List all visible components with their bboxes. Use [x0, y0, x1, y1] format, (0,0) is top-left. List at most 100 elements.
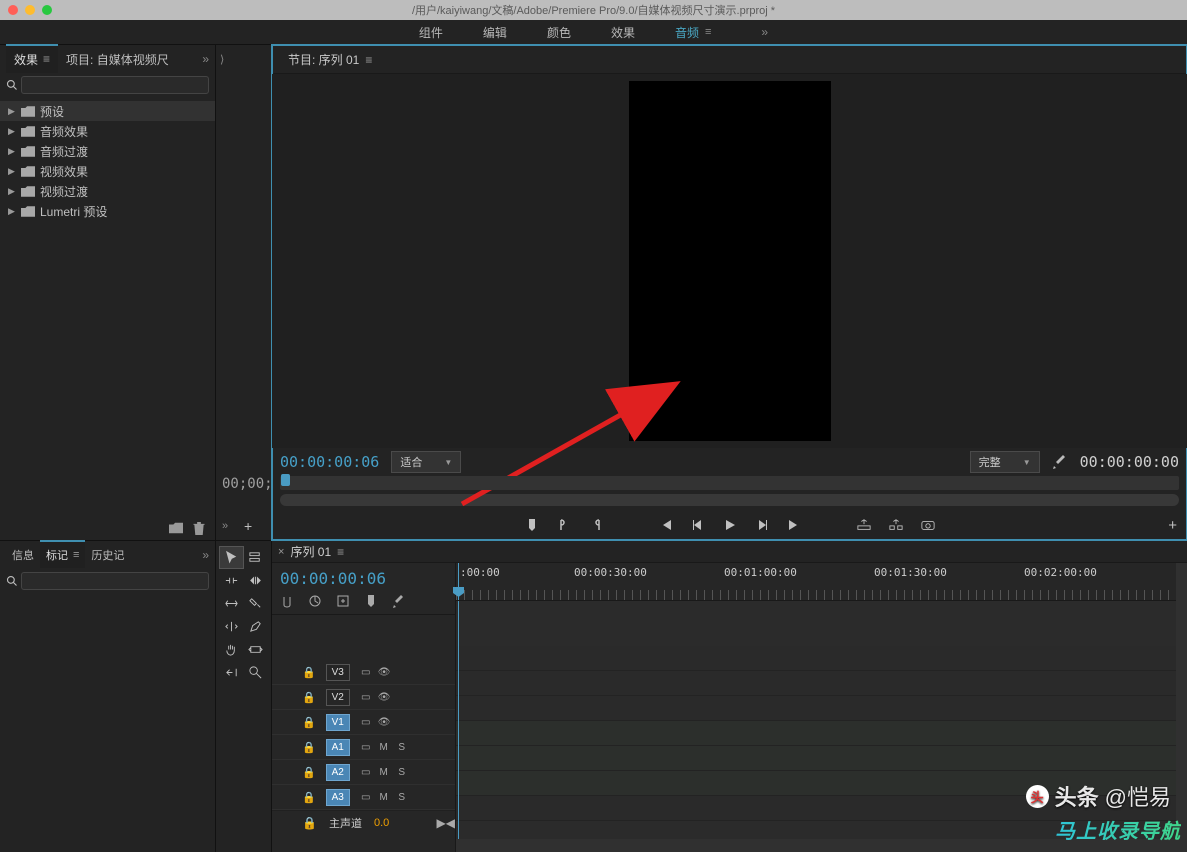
effects-search-input[interactable] [21, 76, 209, 94]
lock-icon[interactable]: 🔒 [302, 691, 316, 704]
slide-tool[interactable] [245, 639, 268, 660]
tab-effects[interactable]: 效果 ≡ [6, 44, 58, 73]
lock-icon[interactable]: 🔒 [302, 816, 317, 830]
workspace-assembly[interactable]: 组件 [419, 24, 443, 41]
markers-search-input[interactable] [21, 572, 209, 590]
settings-icon[interactable] [1052, 454, 1068, 470]
tree-item-presets[interactable]: ▶ 预设 [0, 101, 215, 121]
zoom-tool[interactable] [245, 662, 268, 683]
program-timecode-current[interactable]: 00:00:00:06 [280, 453, 379, 471]
toggle-sync-icon[interactable]: ▭ [360, 742, 372, 753]
master-output-icon[interactable]: ▶◀ [437, 816, 455, 830]
workspace-color[interactable]: 颜色 [547, 24, 571, 41]
tree-item-video-effects[interactable]: ▶ 视频效果 [0, 161, 215, 181]
tab-history[interactable]: 历史记 [85, 542, 130, 568]
tab-info[interactable]: 信息 [6, 542, 40, 568]
tab-program[interactable]: 节目: 序列 01 ≡ [280, 47, 380, 72]
tab-project[interactable]: 项目: 自媒体视频尺 [58, 46, 177, 73]
lock-icon[interactable]: 🔒 [302, 666, 316, 679]
track-badge[interactable]: A3 [326, 789, 350, 806]
rate-stretch-tool[interactable] [220, 593, 243, 614]
selection-tool[interactable] [220, 547, 243, 568]
go-to-out-icon[interactable] [787, 518, 801, 532]
eye-icon[interactable]: 👁 [378, 717, 390, 728]
track-header-v3[interactable]: 🔒 V3 ▭ 👁 [272, 660, 455, 685]
track-header-a1[interactable]: 🔒 A1 ▭MS [272, 735, 455, 760]
add-marker-icon[interactable] [525, 518, 539, 532]
linked-selection-icon[interactable] [308, 594, 322, 608]
timeline-marker-icon[interactable] [364, 594, 378, 608]
rolling-edit-tool[interactable] [245, 570, 268, 591]
toggle-sync-icon[interactable]: ▭ [360, 792, 372, 803]
tree-item-audio-transitions[interactable]: ▶ 音频过渡 [0, 141, 215, 161]
collapsed-panel-icon[interactable]: ⟩ [220, 53, 224, 66]
mute-icon[interactable]: M [378, 792, 390, 803]
hand-tool[interactable] [220, 639, 243, 660]
workspace-effects[interactable]: 效果 [611, 24, 635, 41]
sequence-tab[interactable]: 序列 01 [290, 543, 331, 560]
lane-v3[interactable] [456, 646, 1187, 671]
play-icon[interactable] [723, 518, 737, 532]
button-editor-icon[interactable]: + [1168, 517, 1177, 534]
track-badge[interactable]: V2 [326, 689, 350, 706]
timeline-playhead[interactable] [458, 563, 459, 600]
lane-v2[interactable] [456, 671, 1187, 696]
quality-dropdown[interactable]: 完整 ▼ [970, 451, 1040, 473]
lift-icon[interactable] [857, 518, 871, 532]
playhead-handle[interactable] [281, 474, 290, 486]
lock-icon[interactable]: 🔒 [302, 741, 316, 754]
tab-markers[interactable]: 标记 ≡ [40, 540, 85, 568]
ripple-edit-tool[interactable] [220, 570, 243, 591]
timeline-v-scrollbar[interactable] [1176, 563, 1187, 852]
track-badge[interactable]: V3 [326, 664, 350, 681]
track-badge[interactable]: A1 [326, 739, 350, 756]
track-badge[interactable]: V1 [326, 714, 350, 731]
zoom-dropdown[interactable]: 适合 ▼ [391, 451, 461, 473]
program-viewport[interactable] [272, 74, 1187, 448]
workspace-menu-icon[interactable]: ≡ [705, 26, 711, 38]
lock-icon[interactable]: 🔒 [302, 716, 316, 729]
lock-icon[interactable]: 🔒 [302, 766, 316, 779]
master-value[interactable]: 0.0 [374, 817, 389, 829]
lane-a1[interactable] [456, 721, 1187, 746]
track-select-tool[interactable] [245, 547, 268, 568]
track-header-a3[interactable]: 🔒 A3 ▭ MS [272, 785, 455, 810]
new-bin-icon[interactable] [169, 522, 183, 534]
add-marker-timeline-icon[interactable] [336, 594, 350, 608]
step-forward-icon[interactable] [755, 518, 769, 532]
trash-icon[interactable] [193, 522, 205, 535]
mute-icon[interactable]: M [378, 742, 390, 753]
toggle-sync-icon[interactable]: ▭ [360, 717, 372, 728]
mark-in-icon[interactable] [557, 518, 571, 532]
workspace-audio[interactable]: 音频 ≡ [675, 24, 711, 41]
lock-icon[interactable]: 🔒 [302, 791, 316, 804]
toggle-sync-icon[interactable]: ▭ [360, 667, 372, 678]
eye-icon[interactable]: 👁 [378, 667, 390, 678]
track-badge[interactable]: A2 [326, 764, 350, 781]
timeline-ruler[interactable]: :00:00 00:00:30:00 00:01:00:00 00:01:30:… [456, 563, 1187, 601]
timeline-settings-icon[interactable] [392, 594, 406, 608]
export-frame-icon[interactable] [921, 518, 935, 532]
extract-icon[interactable] [889, 518, 903, 532]
mute-icon[interactable]: M [378, 767, 390, 778]
workspace-overflow-icon[interactable]: » [761, 25, 768, 39]
panel-overflow-icon[interactable]: » [202, 52, 209, 66]
tab-menu-icon[interactable]: ≡ [365, 53, 372, 67]
solo-icon[interactable]: S [396, 767, 408, 778]
track-header-v2[interactable]: 🔒 V2 ▭👁 [272, 685, 455, 710]
solo-icon[interactable]: S [396, 792, 408, 803]
timeline-timecode[interactable]: 00:00:00:06 [280, 569, 447, 588]
program-scrub-track[interactable] [280, 476, 1179, 490]
mark-out-icon[interactable] [589, 518, 603, 532]
tab-menu-icon[interactable]: ≡ [337, 545, 344, 559]
track-header-v1[interactable]: 🔒 V1 ▭ 👁 [272, 710, 455, 735]
eye-icon[interactable]: 👁 [378, 692, 390, 703]
add-button-icon[interactable]: + [244, 518, 252, 534]
go-to-in-icon[interactable] [659, 518, 673, 532]
slip-tool[interactable] [220, 616, 243, 637]
program-zoom-scrollbar[interactable] [280, 494, 1179, 506]
workspace-editing[interactable]: 编辑 [483, 24, 507, 41]
razor-tool[interactable] [245, 593, 268, 614]
close-sequence-icon[interactable]: × [278, 546, 284, 558]
step-back-icon[interactable] [691, 518, 705, 532]
